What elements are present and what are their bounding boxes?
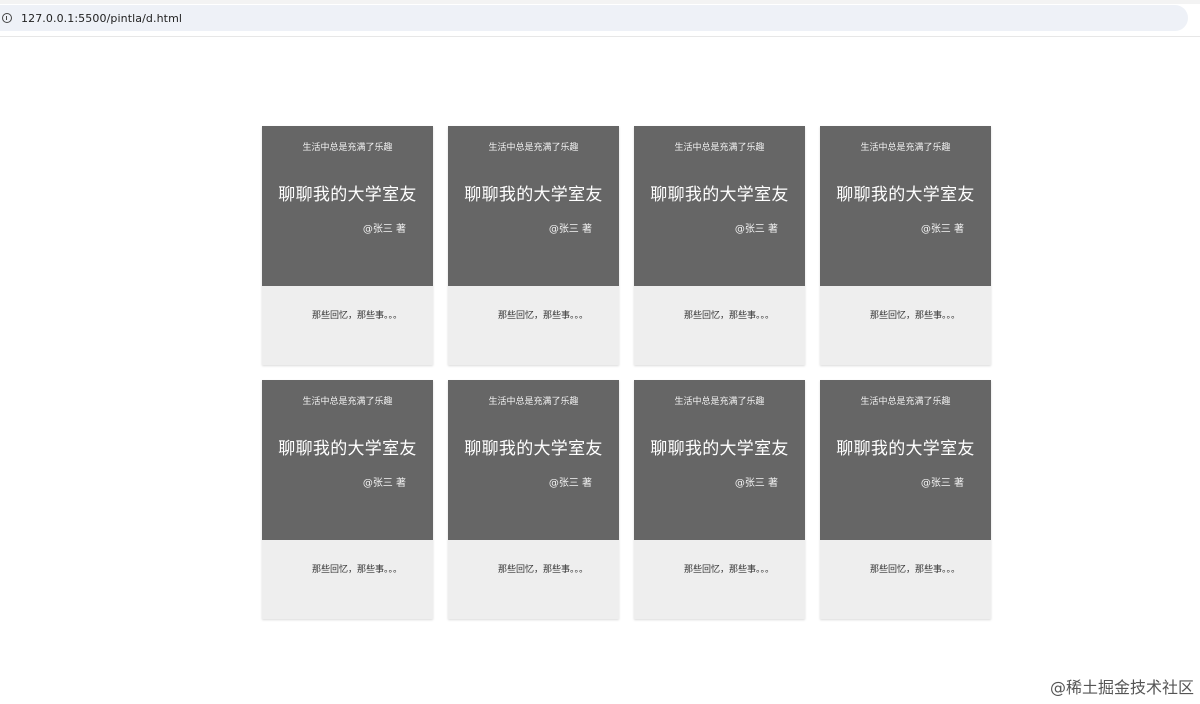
card[interactable]: 生活中总是充满了乐趣 聊聊我的大学室友 @张三 著 那些回忆，那些事。。。	[262, 126, 433, 365]
card-cover: 生活中总是充满了乐趣 聊聊我的大学室友 @张三 著	[634, 126, 805, 286]
url-text[interactable]: 127.0.0.1:5500/pintla/d.html	[21, 12, 182, 25]
card-cover: 生活中总是充满了乐趣 聊聊我的大学室友 @张三 著	[448, 126, 619, 286]
card[interactable]: 生活中总是充满了乐趣 聊聊我的大学室友 @张三 著 那些回忆，那些事。。。	[262, 380, 433, 619]
card-subtitle: 生活中总是充满了乐趣	[674, 143, 765, 153]
card[interactable]: 生活中总是充满了乐趣 聊聊我的大学室友 @张三 著 那些回忆，那些事。。。	[448, 126, 619, 365]
card-author: @张三 著	[362, 478, 406, 489]
info-circle-icon[interactable]	[2, 13, 12, 23]
browser-top-bar: 127.0.0.1:5500/pintla/d.html	[0, 0, 1200, 37]
card-title: 聊聊我的大学室友	[836, 439, 975, 459]
card-subtitle: 生活中总是充满了乐趣	[302, 397, 393, 407]
card-footer: 那些回忆，那些事。。。	[448, 540, 619, 619]
card-description: 那些回忆，那些事。。。	[312, 311, 403, 321]
card[interactable]: 生活中总是充满了乐趣 聊聊我的大学室友 @张三 著 那些回忆，那些事。。。	[820, 380, 991, 619]
card-author: @张三 著	[362, 224, 406, 235]
card-title: 聊聊我的大学室友	[650, 439, 789, 459]
card-grid: 生活中总是充满了乐趣 聊聊我的大学室友 @张三 著 那些回忆，那些事。。。 生活…	[262, 126, 992, 619]
card-footer: 那些回忆，那些事。。。	[262, 540, 433, 619]
tab-strip	[0, 0, 1200, 4]
card-footer: 那些回忆，那些事。。。	[634, 540, 805, 619]
card-title: 聊聊我的大学室友	[650, 185, 789, 205]
card-footer: 那些回忆，那些事。。。	[634, 286, 805, 365]
address-bar[interactable]: 127.0.0.1:5500/pintla/d.html	[0, 5, 1188, 31]
card-subtitle: 生活中总是充满了乐趣	[488, 143, 579, 153]
card-description: 那些回忆，那些事。。。	[870, 311, 961, 321]
card-subtitle: 生活中总是充满了乐趣	[860, 143, 951, 153]
card-description: 那些回忆，那些事。。。	[684, 565, 775, 575]
card-description: 那些回忆，那些事。。。	[684, 311, 775, 321]
card-author: @张三 著	[734, 224, 778, 235]
card-cover: 生活中总是充满了乐趣 聊聊我的大学室友 @张三 著	[262, 126, 433, 286]
card-footer: 那些回忆，那些事。。。	[262, 286, 433, 365]
card-cover: 生活中总是充满了乐趣 聊聊我的大学室友 @张三 著	[634, 380, 805, 540]
card-subtitle: 生活中总是充满了乐趣	[860, 397, 951, 407]
card-title: 聊聊我的大学室友	[278, 439, 417, 459]
card-footer: 那些回忆，那些事。。。	[820, 286, 991, 365]
card-subtitle: 生活中总是充满了乐趣	[488, 397, 579, 407]
card-cover: 生活中总是充满了乐趣 聊聊我的大学室友 @张三 著	[262, 380, 433, 540]
card-footer: 那些回忆，那些事。。。	[448, 286, 619, 365]
card-title: 聊聊我的大学室友	[278, 185, 417, 205]
card-cover: 生活中总是充满了乐趣 聊聊我的大学室友 @张三 著	[820, 126, 991, 286]
card[interactable]: 生活中总是充满了乐趣 聊聊我的大学室友 @张三 著 那些回忆，那些事。。。	[634, 380, 805, 619]
card-subtitle: 生活中总是充满了乐趣	[674, 397, 765, 407]
card-author: @张三 著	[734, 478, 778, 489]
card-description: 那些回忆，那些事。。。	[498, 565, 589, 575]
card-author: @张三 著	[548, 478, 592, 489]
card-footer: 那些回忆，那些事。。。	[820, 540, 991, 619]
card-cover: 生活中总是充满了乐趣 聊聊我的大学室友 @张三 著	[820, 380, 991, 540]
card-author: @张三 著	[548, 224, 592, 235]
card-description: 那些回忆，那些事。。。	[312, 565, 403, 575]
card-title: 聊聊我的大学室友	[836, 185, 975, 205]
card-description: 那些回忆，那些事。。。	[498, 311, 589, 321]
card[interactable]: 生活中总是充满了乐趣 聊聊我的大学室友 @张三 著 那些回忆，那些事。。。	[820, 126, 991, 365]
card-author: @张三 著	[920, 224, 964, 235]
card-title: 聊聊我的大学室友	[464, 439, 603, 459]
watermark: @稀土掘金技术社区	[1049, 678, 1194, 697]
card[interactable]: 生活中总是充满了乐趣 聊聊我的大学室友 @张三 著 那些回忆，那些事。。。	[634, 126, 805, 365]
card-subtitle: 生活中总是充满了乐趣	[302, 143, 393, 153]
card-author: @张三 著	[920, 478, 964, 489]
card-cover: 生活中总是充满了乐趣 聊聊我的大学室友 @张三 著	[448, 380, 619, 540]
card-description: 那些回忆，那些事。。。	[870, 565, 961, 575]
card[interactable]: 生活中总是充满了乐趣 聊聊我的大学室友 @张三 著 那些回忆，那些事。。。	[448, 380, 619, 619]
card-title: 聊聊我的大学室友	[464, 185, 603, 205]
